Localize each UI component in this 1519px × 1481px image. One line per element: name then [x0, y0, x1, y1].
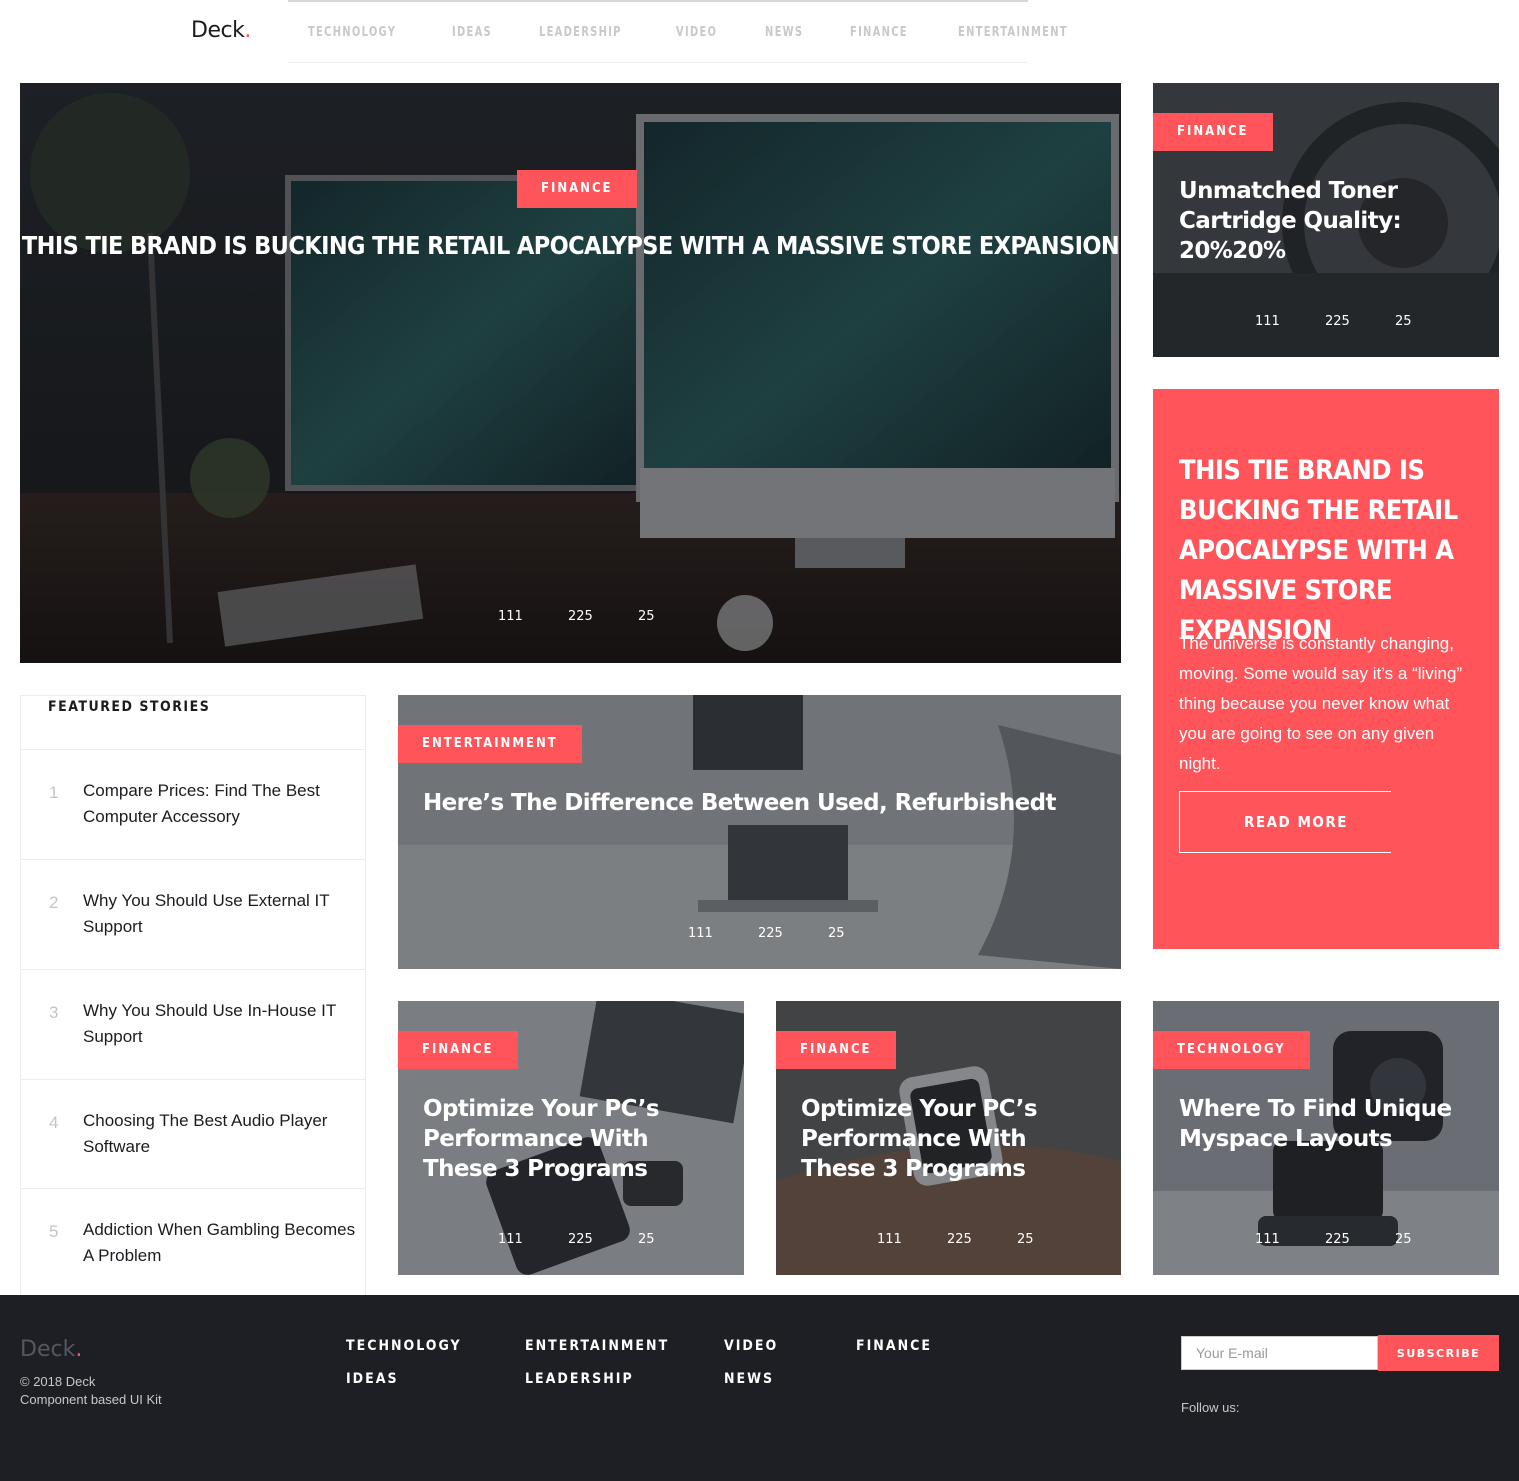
promo-title[interactable]: THIS TIE BRAND IS BUCKING THE RETAIL APO… — [1179, 451, 1479, 651]
side-card-stats: 111 225 25 — [1255, 314, 1465, 329]
likes-count: 225 — [568, 609, 593, 624]
featured-item[interactable]: 1 Compare Prices: Find The Best Computer… — [21, 749, 365, 859]
nav-leadership[interactable]: LEADERSHIP — [539, 25, 622, 40]
footer-link-finance[interactable]: FINANCE — [856, 1338, 932, 1354]
likes-count: 225 — [1325, 314, 1350, 329]
nav-video[interactable]: VIDEO — [676, 25, 717, 40]
comments-count: 25 — [1017, 1232, 1034, 1247]
mid-card-stats: 111 225 25 — [688, 926, 898, 941]
featured-item[interactable]: 2 Why You Should Use External IT Support — [21, 859, 365, 969]
featured-item[interactable]: 4 Choosing The Best Audio Player Softwar… — [21, 1079, 365, 1189]
bottom-card-1-tag[interactable]: FINANCE — [398, 1031, 518, 1069]
views-count: 111 — [1255, 1232, 1280, 1247]
featured-number: 1 — [49, 783, 59, 802]
promo-card: THIS TIE BRAND IS BUCKING THE RETAIL APO… — [1153, 389, 1499, 949]
featured-stories: FEATURED STORIES 1 Compare Prices: Find … — [20, 695, 366, 1297]
mid-card-tag[interactable]: ENTERTAINMENT — [398, 725, 582, 763]
comments-count: 25 — [638, 1232, 655, 1247]
footer-logo[interactable]: Deck. — [20, 1337, 82, 1362]
comments-count: 25 — [828, 926, 845, 941]
brand-dot: . — [244, 18, 251, 43]
nav-ideas[interactable]: IDEAS — [452, 25, 492, 40]
brand-name: Deck — [191, 18, 245, 43]
bottom-card-2-tag[interactable]: FINANCE — [776, 1031, 896, 1069]
comments-count: 25 — [638, 609, 655, 624]
hero-stats: 111 225 25 — [498, 609, 708, 624]
footer-link-news[interactable]: NEWS — [724, 1371, 774, 1387]
likes-count: 225 — [758, 926, 783, 941]
featured-heading: FEATURED STORIES — [48, 699, 211, 715]
email-input[interactable] — [1181, 1336, 1378, 1370]
featured-number: 2 — [49, 893, 59, 912]
footer-copyright: © 2018 Deck Component based UI Kit — [20, 1373, 162, 1409]
views-count: 111 — [688, 926, 713, 941]
bottom-card-1-title[interactable]: Optimize Your PC’s Performance With Thes… — [423, 1094, 723, 1184]
bottom-article-card[interactable]: FINANCE Optimize Your PC’s Performance W… — [776, 1001, 1121, 1275]
likes-count: 225 — [568, 1232, 593, 1247]
bottom-card-3-stats: 111 225 25 — [1255, 1232, 1465, 1247]
nav-finance[interactable]: FINANCE — [850, 25, 908, 40]
tagline-text: Component based UI Kit — [20, 1392, 162, 1407]
featured-title[interactable]: Why You Should Use In-House IT Support — [83, 998, 363, 1050]
brand-logo[interactable]: Deck. — [191, 18, 251, 43]
views-count: 111 — [498, 609, 523, 624]
nav-technology[interactable]: TECHNOLOGY — [308, 25, 396, 40]
site-footer: Deck. © 2018 Deck Component based UI Kit… — [0, 1295, 1519, 1481]
featured-title[interactable]: Choosing The Best Audio Player Software — [83, 1108, 363, 1160]
copyright-text: © 2018 Deck — [20, 1374, 96, 1389]
bottom-card-2-stats: 111 225 25 — [877, 1232, 1087, 1247]
subscribe-button[interactable]: SUBSCRIBE — [1378, 1335, 1499, 1371]
footer-brand-dot: . — [75, 1337, 83, 1362]
hero-title[interactable]: THIS TIE BRAND IS BUCKING THE RETAIL APO… — [20, 231, 1121, 260]
footer-link-technology[interactable]: TECHNOLOGY — [346, 1338, 462, 1354]
bottom-article-card[interactable]: TECHNOLOGY Where To Find Unique Myspace … — [1153, 1001, 1499, 1275]
nav-news[interactable]: NEWS — [765, 25, 803, 40]
featured-item[interactable]: 3 Why You Should Use In-House IT Support — [21, 969, 365, 1079]
views-count: 111 — [1255, 314, 1280, 329]
featured-number: 4 — [49, 1113, 59, 1132]
bottom-card-2-title[interactable]: Optimize Your PC’s Performance With Thes… — [801, 1094, 1101, 1184]
promo-body: The universe is constantly changing, mov… — [1179, 634, 1463, 773]
follow-us-label: Follow us: — [1181, 1400, 1240, 1415]
bottom-card-1-stats: 111 225 25 — [498, 1232, 708, 1247]
views-count: 111 — [877, 1232, 902, 1247]
likes-count: 225 — [1325, 1232, 1350, 1247]
hero-card[interactable]: FINANCE THIS TIE BRAND IS BUCKING THE RE… — [20, 83, 1121, 663]
mid-article-card[interactable]: ENTERTAINMENT Here’s The Difference Betw… — [398, 695, 1121, 969]
bottom-article-card[interactable]: FINANCE Optimize Your PC’s Performance W… — [398, 1001, 744, 1275]
featured-title[interactable]: Addiction When Gambling Becomes A Proble… — [83, 1217, 363, 1269]
footer-link-video[interactable]: VIDEO — [724, 1338, 778, 1354]
likes-count: 225 — [947, 1232, 972, 1247]
hero-category-tag[interactable]: FINANCE — [517, 170, 637, 208]
footer-link-entertainment[interactable]: ENTERTAINMENT — [525, 1338, 669, 1354]
top-navigation: TECHNOLOGY IDEAS LEADERSHIP VIDEO NEWS F… — [288, 0, 1066, 63]
comments-count: 25 — [1395, 1232, 1412, 1247]
comments-count: 25 — [1395, 314, 1412, 329]
read-more-button[interactable]: READ MORE — [1179, 791, 1391, 853]
featured-item[interactable]: 5 Addiction When Gambling Becomes A Prob… — [21, 1188, 365, 1298]
footer-link-ideas[interactable]: IDEAS — [346, 1371, 399, 1387]
bottom-card-3-title[interactable]: Where To Find Unique Myspace Layouts — [1179, 1094, 1479, 1154]
featured-number: 3 — [49, 1003, 59, 1022]
side-card-title[interactable]: Unmatched Toner Cartridge Quality: 20%20… — [1179, 176, 1479, 266]
bottom-card-3-tag[interactable]: TECHNOLOGY — [1153, 1031, 1310, 1069]
mid-card-title[interactable]: Here’s The Difference Between Used, Refu… — [423, 788, 1103, 818]
footer-link-leadership[interactable]: LEADERSHIP — [525, 1371, 634, 1387]
featured-title[interactable]: Compare Prices: Find The Best Computer A… — [83, 778, 363, 830]
side-article-card[interactable]: FINANCE Unmatched Toner Cartridge Qualit… — [1153, 83, 1499, 357]
featured-title[interactable]: Why You Should Use External IT Support — [83, 888, 363, 940]
nav-entertainment[interactable]: ENTERTAINMENT — [958, 25, 1068, 40]
featured-number: 5 — [49, 1222, 59, 1241]
side-card-tag[interactable]: FINANCE — [1153, 113, 1273, 151]
views-count: 111 — [498, 1232, 523, 1247]
footer-brand-name: Deck — [20, 1337, 76, 1362]
